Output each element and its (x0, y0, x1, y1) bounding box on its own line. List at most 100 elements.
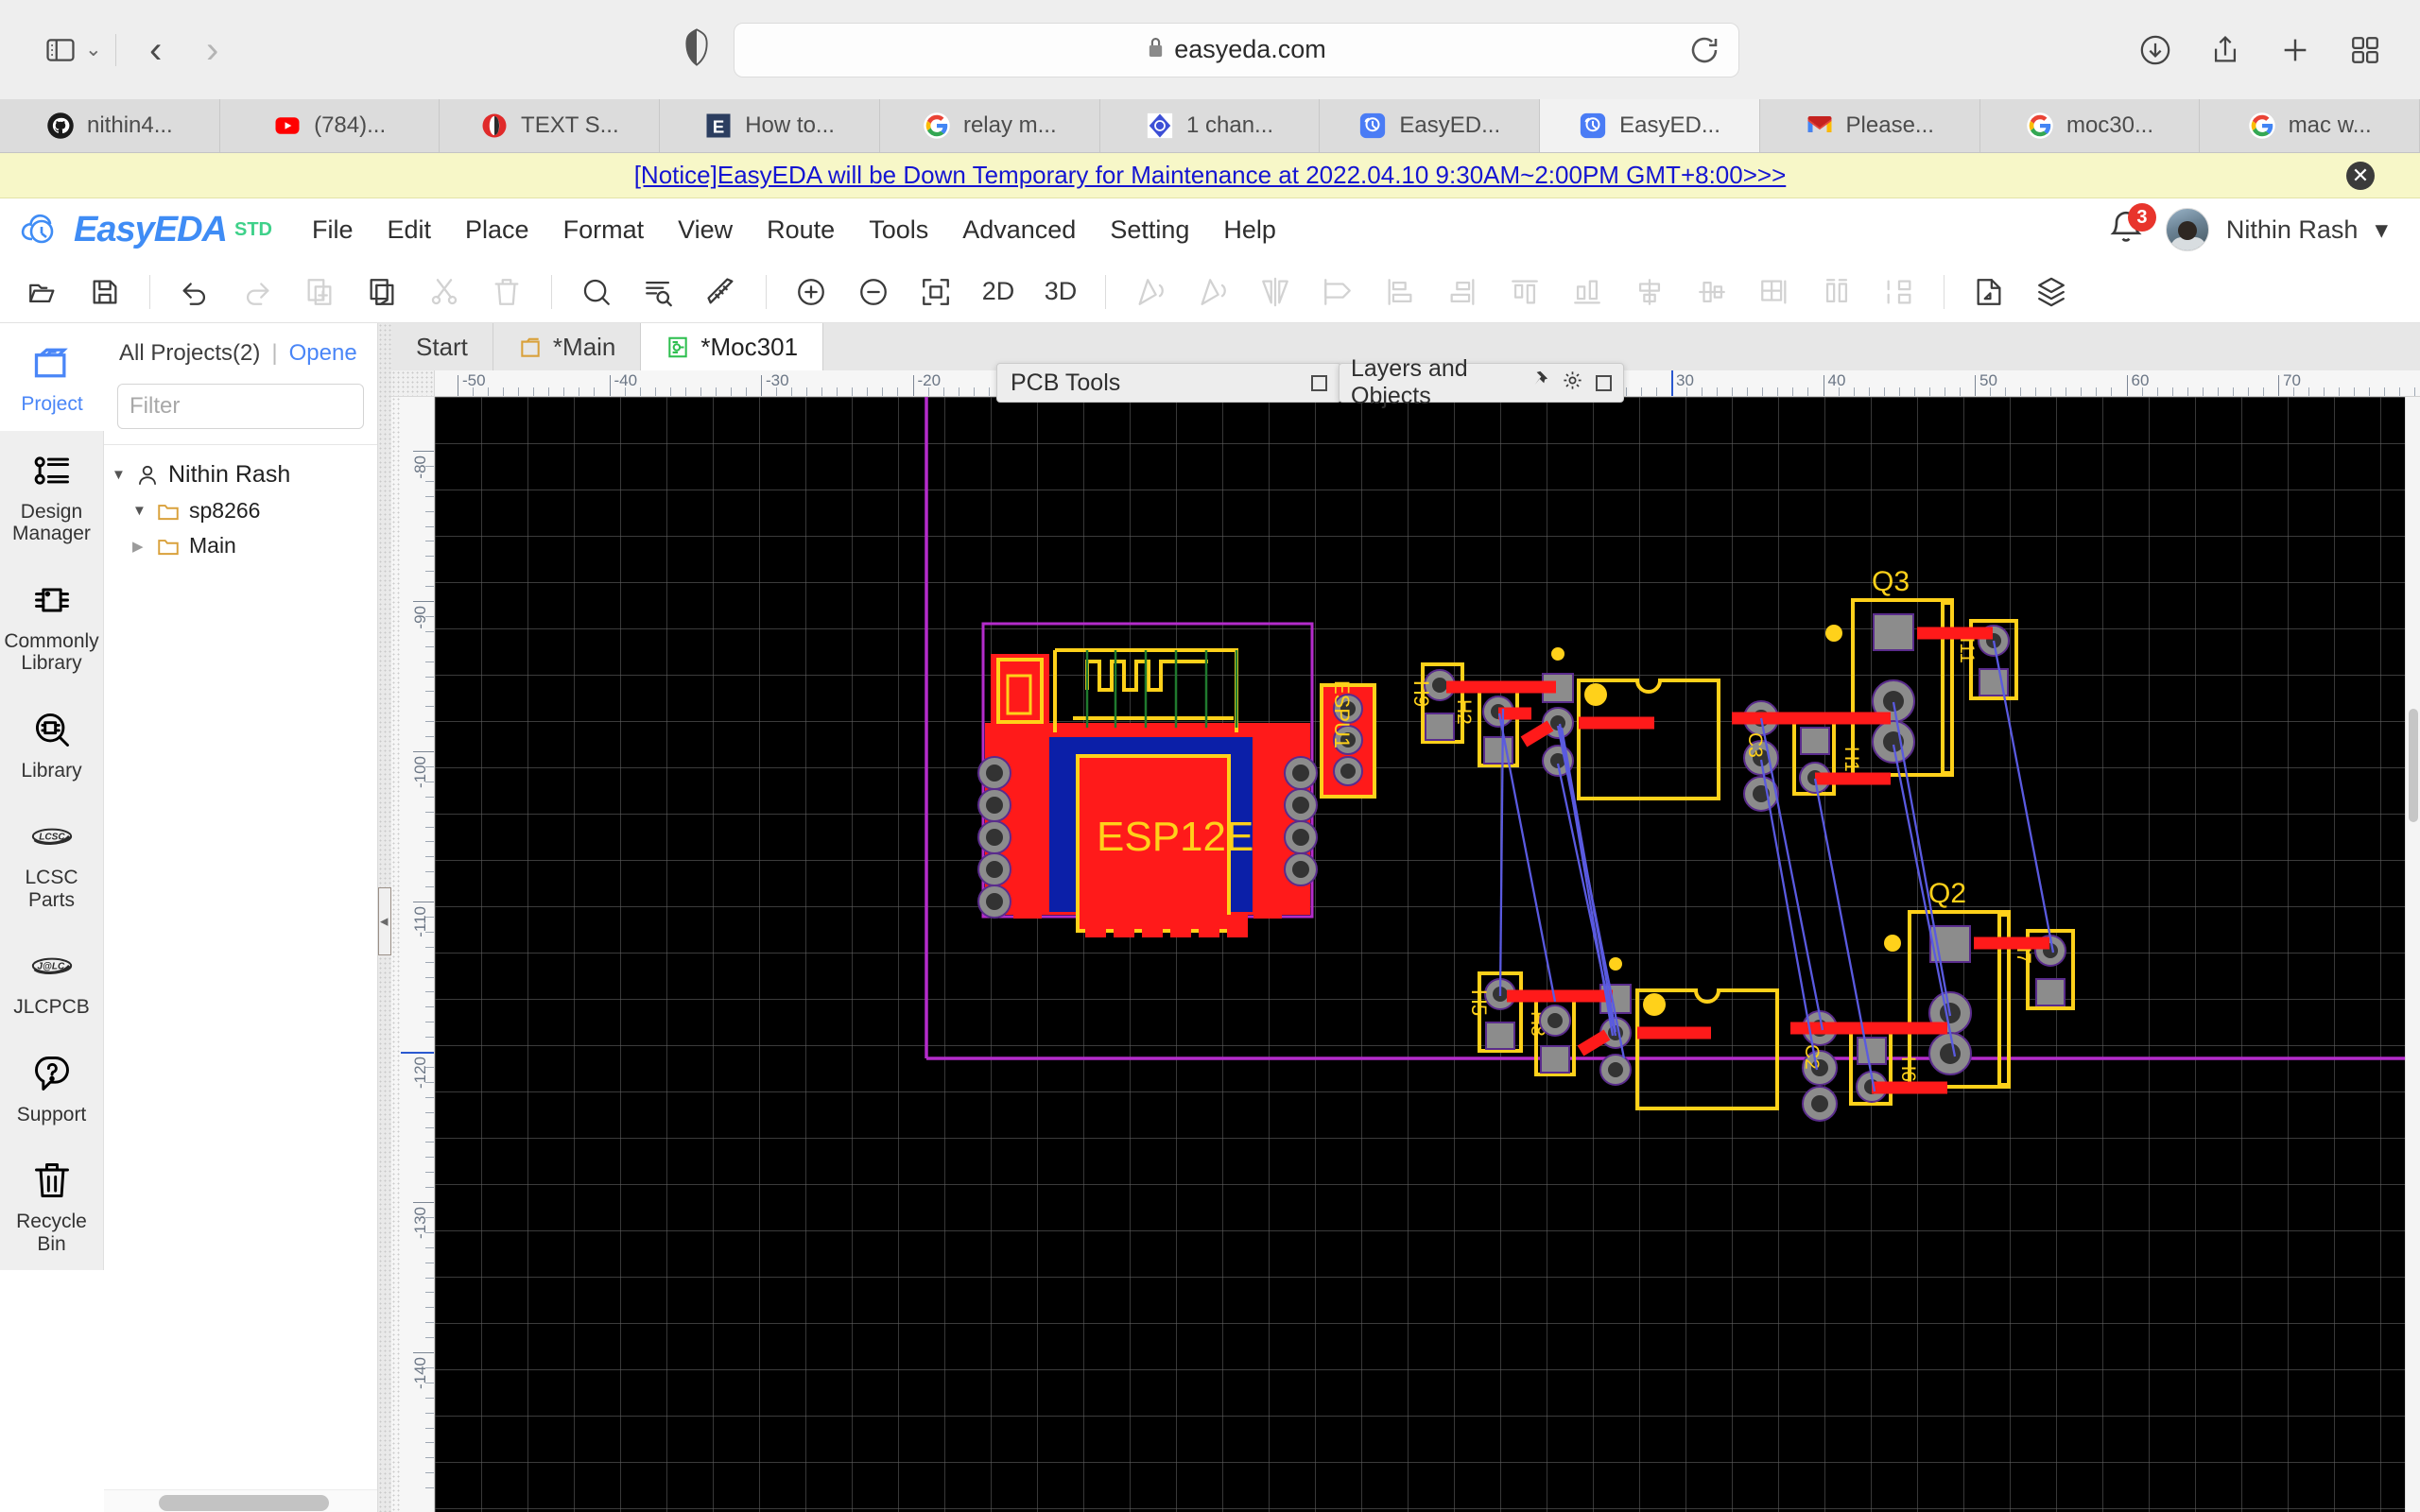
maximize-icon[interactable] (1311, 374, 1327, 391)
image-export-icon[interactable] (1960, 267, 2018, 317)
document-tab-1[interactable]: *Main (493, 323, 642, 370)
document-tab-2[interactable]: *Moc301 (641, 323, 824, 370)
find-icon[interactable] (567, 267, 626, 317)
view-2d-button[interactable]: 2D (969, 267, 1028, 317)
canvas-vertical-scrollbar[interactable] (2405, 397, 2420, 1512)
sidebar-item-support[interactable]: Support (0, 1034, 103, 1142)
menu-item-setting[interactable]: Setting (1093, 210, 1206, 250)
layers-and-objects-panel[interactable]: Layers and Objects (1339, 355, 1624, 409)
browser-tab-5[interactable]: 1 chan... (1099, 99, 1321, 152)
pcb-canvas[interactable]: ESP12E ESPU1 H9 H2 C3 H10 Q3 H11 H5 H8 C… (435, 397, 2405, 1512)
ruler-tick (821, 387, 823, 396)
trash-icon (31, 1158, 73, 1203)
save-icon[interactable] (76, 267, 134, 317)
panel-splitter[interactable] (378, 323, 391, 1512)
browser-tab-7[interactable]: EasyED... (1540, 99, 1760, 152)
triangle-right-icon[interactable]: ▶ (132, 538, 147, 555)
privacy-shield-icon[interactable] (681, 28, 713, 71)
browser-tab-0[interactable]: nithin4... (0, 99, 220, 152)
menu-item-tools[interactable]: Tools (852, 210, 945, 250)
sidebar-item-project[interactable]: Project (0, 323, 104, 431)
menu-item-place[interactable]: Place (448, 210, 546, 250)
layers-icon[interactable] (2022, 267, 2081, 317)
new-tab-icon[interactable] (2269, 24, 2322, 77)
gear-icon[interactable] (1562, 369, 1583, 396)
menu-item-advanced[interactable]: Advanced (945, 210, 1093, 250)
ruler-tick (1868, 387, 1870, 396)
back-button[interactable]: ‹ (130, 24, 182, 77)
user-name[interactable]: Nithin Rash (2226, 215, 2359, 245)
filter-input[interactable]: Filter (117, 384, 364, 429)
open-file-icon[interactable] (13, 267, 72, 317)
easyeda-logo[interactable]: EasyEDA STD (19, 209, 272, 251)
sidebar-toggle-icon[interactable] (34, 24, 87, 77)
splitter-collapse-handle[interactable] (378, 887, 391, 955)
sidebar-item-jlcpcb[interactable]: J@LC JLCPCB (0, 926, 103, 1034)
tree-row[interactable]: ▼ Nithin Rash (112, 456, 377, 493)
downloads-icon[interactable] (2129, 24, 2182, 77)
browser-tab-1[interactable]: (784)... (219, 99, 441, 152)
align-center-vertical-icon (1683, 267, 1741, 317)
chevron-down-icon[interactable]: ⌄ (85, 38, 102, 61)
ruler-tick (1747, 387, 1749, 396)
browser-tab-10[interactable]: mac w... (2200, 99, 2420, 152)
maximize-icon[interactable] (1596, 374, 1612, 391)
sidebar-item-label: Library (21, 759, 82, 782)
browser-tab-6[interactable]: EasyED... (1320, 99, 1541, 152)
menu-item-view[interactable]: View (661, 210, 750, 250)
sidebar-item-commonly-library[interactable]: Commonly Library (0, 560, 103, 690)
browser-tab-4[interactable]: relay m... (879, 99, 1100, 152)
zoom-in-icon[interactable] (782, 267, 840, 317)
copy-icon[interactable] (353, 267, 411, 317)
zoom-fit-icon[interactable] (907, 267, 965, 317)
chevron-down-icon[interactable]: ▾ (2375, 215, 2388, 245)
opened-link[interactable]: Opene (289, 340, 357, 367)
menu-item-file[interactable]: File (295, 210, 371, 250)
menu-item-format[interactable]: Format (546, 210, 662, 250)
maintenance-notice-link[interactable]: [Notice]EasyEDA will be Down Temporary f… (634, 161, 1787, 190)
menu-item-help[interactable]: Help (1206, 210, 1293, 250)
tree-row[interactable]: ▼ sp8266 (112, 493, 377, 528)
view-3d-button[interactable]: 3D (1031, 267, 1090, 317)
find-similar-icon[interactable] (630, 267, 688, 317)
pin-icon[interactable] (1528, 369, 1549, 396)
triangle-down-icon[interactable]: ▼ (112, 467, 127, 483)
browser-tab-8[interactable]: Please... (1759, 99, 1980, 152)
sidebar-item-lcsc-parts[interactable]: LCSC LCSC Parts (0, 797, 103, 926)
sidebar-item-design-manager[interactable]: Design Manager (0, 431, 103, 560)
ruler-tick (425, 586, 434, 588)
browser-tab-3[interactable]: E How to... (660, 99, 880, 152)
reload-button[interactable] (1687, 33, 1721, 67)
ruler-icon[interactable] (692, 267, 751, 317)
ruler-tick (425, 961, 434, 963)
undo-icon[interactable] (165, 267, 224, 317)
vertical-ruler[interactable]: -80 -90 -100 -110 -120 -130 -140 (391, 397, 435, 1512)
project-panel-hscrollbar[interactable] (104, 1489, 377, 1512)
sidebar-item-library[interactable]: Library (0, 690, 103, 798)
all-projects-label[interactable]: All Projects(2) (119, 340, 260, 367)
triangle-down-icon[interactable]: ▼ (132, 503, 147, 519)
sidebar-item-recycle-bin[interactable]: Recycle Bin (0, 1141, 103, 1270)
scrollbar-thumb[interactable] (2409, 709, 2418, 822)
ruler-label: -30 (766, 371, 789, 389)
ruler-tick (425, 856, 434, 858)
zoom-out-icon[interactable] (844, 267, 903, 317)
close-icon[interactable]: ✕ (2346, 161, 2375, 190)
cursor-crosshair-x (1671, 370, 1673, 396)
document-tab-0[interactable]: Start (391, 323, 493, 370)
left-icon-rail: Project Design Manager Commonly Library Libra… (0, 323, 104, 1512)
menu-item-route[interactable]: Route (750, 210, 852, 250)
browser-tab-9[interactable]: moc30... (1979, 99, 2201, 152)
menu-item-edit[interactable]: Edit (371, 210, 449, 250)
forward-button[interactable]: › (186, 24, 239, 77)
avatar[interactable] (2165, 208, 2209, 251)
pcb-tools-panel[interactable]: PCB Tools (996, 363, 1341, 403)
share-icon[interactable] (2199, 24, 2252, 77)
browser-tab-2[interactable]: TEXT S... (440, 99, 661, 152)
notifications-button[interactable]: 3 (2107, 203, 2156, 250)
tab-overview-icon[interactable] (2339, 24, 2392, 77)
scrollbar-thumb[interactable] (159, 1495, 329, 1511)
address-bar[interactable]: easyeda.com (734, 22, 1739, 77)
browser-tab-label: (784)... (314, 112, 387, 138)
tree-row[interactable]: ▶ Main (112, 528, 377, 563)
